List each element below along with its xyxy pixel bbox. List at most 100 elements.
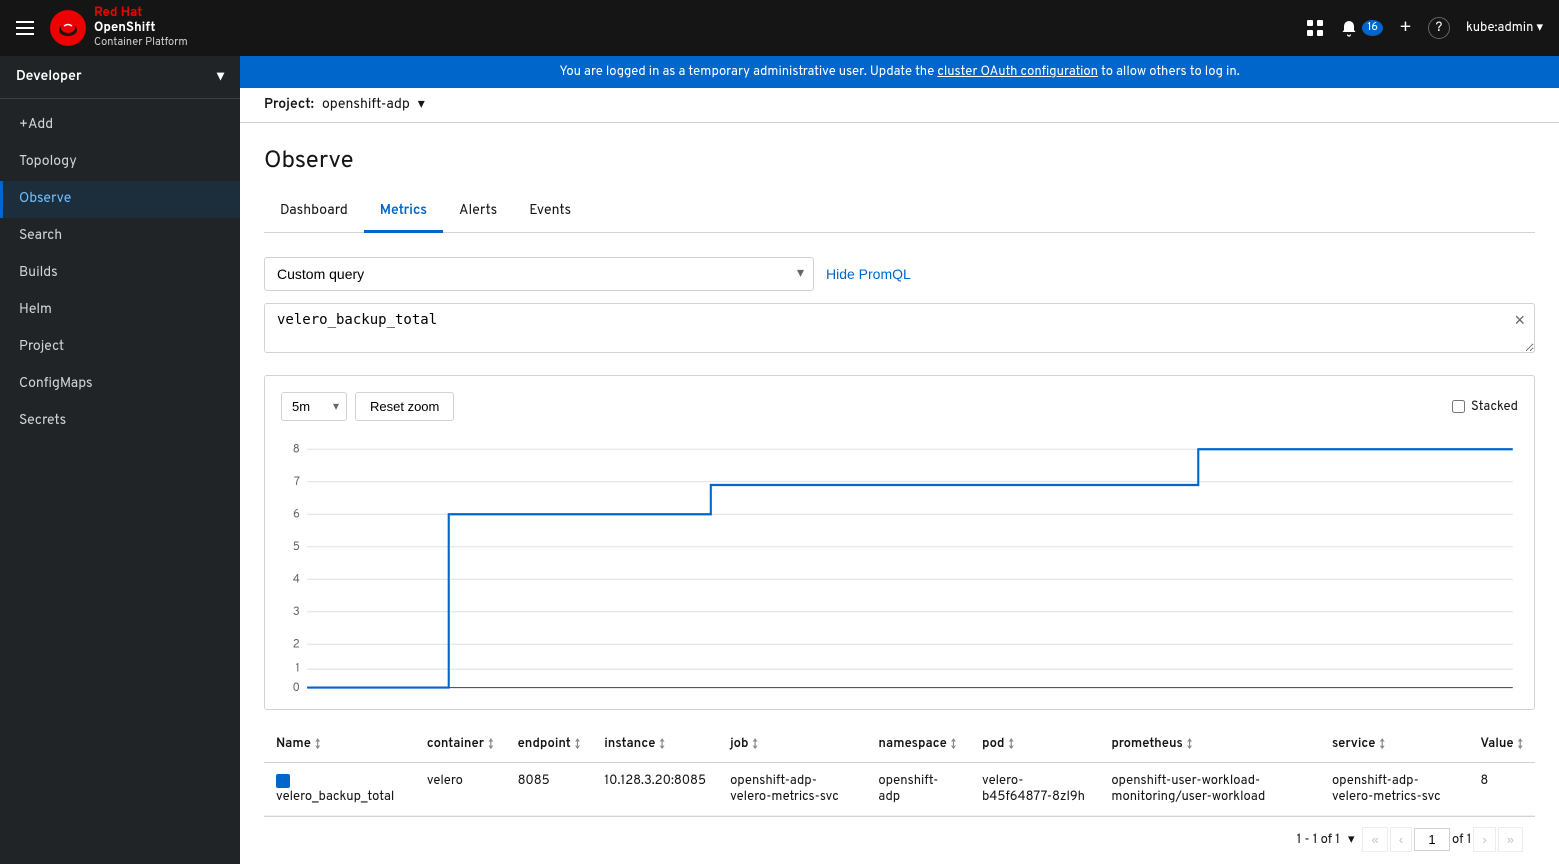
redhat-logo-icon [50, 10, 86, 46]
svg-text:0: 0 [292, 682, 299, 693]
col-header-endpoint[interactable]: endpoint↕ [506, 726, 593, 763]
table-row: velero_backup_totalvelero808510.128.3.20… [264, 763, 1535, 816]
cell-container: velero [415, 763, 506, 816]
cell-job: openshift-adp-velero-metrics-svc [718, 763, 866, 816]
pagination-buttons: « ‹ of 1 › » [1362, 827, 1523, 852]
sort-icon: ↕ [659, 738, 664, 752]
sidebar-nav: +AddTopologyObserveSearchBuildsHelmProje… [0, 99, 240, 448]
cell-prometheus: openshift-user-workload-monitoring/user-… [1099, 763, 1320, 816]
sidebar-perspective-switcher[interactable]: Developer ▾ [0, 56, 240, 99]
page-number-input[interactable] [1414, 828, 1450, 851]
pagination-last-button[interactable]: » [1498, 827, 1523, 852]
stacked-checkbox[interactable] [1452, 400, 1465, 413]
main-content: You are logged in as a temporary adminis… [240, 56, 1559, 864]
svg-text:7: 7 [294, 476, 300, 490]
project-dropdown-icon[interactable]: ▾ [418, 96, 425, 114]
user-menu[interactable]: kube:admin ▾ [1466, 20, 1543, 36]
col-header-service[interactable]: service↕ [1320, 726, 1468, 763]
sort-icon: ↕ [951, 738, 956, 752]
svg-text:6: 6 [293, 508, 300, 522]
bell-count-badge: 16 [1362, 20, 1383, 36]
plus-icon[interactable]: + [1399, 15, 1412, 41]
svg-text:8: 8 [293, 443, 300, 457]
tabs: DashboardMetricsAlertsEvents [264, 193, 1535, 233]
chart-container: 5m15m30m1h2h6h12h1d ▾ Reset zoom Stacked [264, 375, 1535, 710]
tab-metrics[interactable]: Metrics [364, 193, 443, 233]
sidebar-item-topology[interactable]: Topology [0, 144, 240, 181]
page-title: Observe [264, 147, 1535, 177]
sidebar-item-secrets[interactable]: Secrets [0, 403, 240, 440]
svg-text:4: 4 [293, 573, 300, 587]
col-header-job[interactable]: job↕ [718, 726, 866, 763]
top-nav-right: 16 + ? kube:admin ▾ [1306, 15, 1543, 41]
sort-icon: ↕ [1517, 738, 1522, 752]
chart-line [307, 449, 1513, 687]
sidebar-item-helm[interactable]: Helm [0, 292, 240, 329]
sidebar-item-configmaps[interactable]: ConfigMaps [0, 366, 240, 403]
pagination-first-button[interactable]: « [1362, 827, 1387, 852]
metrics-table: Name↕container↕endpoint↕instance↕job↕nam… [264, 726, 1535, 816]
col-header-pod[interactable]: pod↕ [970, 726, 1099, 763]
query-type-select[interactable]: Custom queryCPU usageMemory usageFilesys… [264, 257, 814, 291]
brand-openshift: OpenShift [94, 21, 188, 37]
col-header-value[interactable]: Value↕ [1468, 726, 1535, 763]
sidebar-item-observe[interactable]: Observe [0, 181, 240, 218]
cell-value: 8 [1468, 763, 1535, 816]
query-row: Custom queryCPU usageMemory usageFilesys… [264, 257, 1535, 291]
chart-svg-area: 8 7 6 5 4 3 2 1 0 [281, 433, 1518, 693]
col-header-prometheus[interactable]: prometheus↕ [1099, 726, 1320, 763]
cell-instance: 10.128.3.20:8085 [592, 763, 718, 816]
project-name: openshift-adp [322, 97, 410, 114]
oauth-config-link[interactable]: cluster OAuth configuration [937, 64, 1098, 80]
help-icon[interactable]: ? [1428, 17, 1450, 39]
cell-service: openshift-adp-velero-metrics-svc [1320, 763, 1468, 816]
sidebar-perspective-label: Developer [16, 69, 82, 86]
col-header-container[interactable]: container↕ [415, 726, 506, 763]
brand-container-platform: Container Platform [94, 37, 188, 50]
query-select-wrap: Custom queryCPU usageMemory usageFilesys… [264, 257, 814, 291]
promql-input[interactable] [264, 303, 1535, 353]
col-header-instance[interactable]: instance↕ [592, 726, 718, 763]
sort-icon: ↕ [1187, 738, 1192, 752]
tab-alerts[interactable]: Alerts [443, 193, 513, 233]
col-header-name[interactable]: Name↕ [264, 726, 415, 763]
sort-icon: ↕ [488, 738, 493, 752]
hamburger-button[interactable] [16, 21, 34, 35]
brand-text: Red Hat OpenShift Container Platform [94, 6, 188, 50]
svg-text:2: 2 [293, 638, 300, 652]
pagination-dropdown-icon[interactable]: ▾ [1348, 832, 1355, 848]
grid-icon[interactable] [1306, 19, 1324, 37]
reset-zoom-button[interactable]: Reset zoom [355, 392, 454, 421]
stacked-label[interactable]: Stacked [1471, 399, 1518, 415]
page-content: Observe DashboardMetricsAlertsEvents Cus… [240, 123, 1559, 864]
time-range-select[interactable]: 5m15m30m1h2h6h12h1d [281, 392, 347, 421]
alert-banner-text-after: to allow others to log in. [1098, 64, 1240, 80]
pagination-prev-button[interactable]: ‹ [1390, 827, 1412, 852]
promql-clear-button[interactable]: × [1514, 311, 1525, 329]
chevron-down-icon: ▾ [217, 68, 224, 86]
metrics-chart: 8 7 6 5 4 3 2 1 0 [281, 433, 1518, 693]
cell-endpoint: 8085 [506, 763, 593, 816]
tab-dashboard[interactable]: Dashboard [264, 193, 364, 233]
sort-icon: ↕ [1008, 738, 1013, 752]
sidebar-item-add[interactable]: +Add [0, 107, 240, 144]
sidebar-item-search[interactable]: Search [0, 218, 240, 255]
sort-icon: ↕ [575, 738, 580, 752]
sort-icon: ↕ [752, 738, 757, 752]
chart-toolbar-left: 5m15m30m1h2h6h12h1d ▾ Reset zoom [281, 392, 454, 421]
svg-text:1: 1 [296, 662, 300, 676]
brand-redhat: Red Hat [94, 6, 188, 22]
bell-icon[interactable]: 16 [1340, 19, 1383, 37]
sidebar-item-builds[interactable]: Builds [0, 255, 240, 292]
hide-promql-button[interactable]: Hide PromQL [826, 266, 911, 282]
col-header-namespace[interactable]: namespace↕ [866, 726, 970, 763]
svg-text:3: 3 [293, 606, 300, 620]
tab-events[interactable]: Events [513, 193, 587, 233]
project-label: Project: [264, 97, 314, 114]
sidebar: Developer ▾ +AddTopologyObserveSearchBui… [0, 56, 240, 864]
project-bar: Project: openshift-adp ▾ [240, 88, 1559, 123]
sidebar-item-project[interactable]: Project [0, 329, 240, 366]
pagination-next-button[interactable]: › [1473, 827, 1495, 852]
stacked-wrap: Stacked [1452, 399, 1518, 415]
time-select-wrap: 5m15m30m1h2h6h12h1d ▾ [281, 392, 347, 421]
